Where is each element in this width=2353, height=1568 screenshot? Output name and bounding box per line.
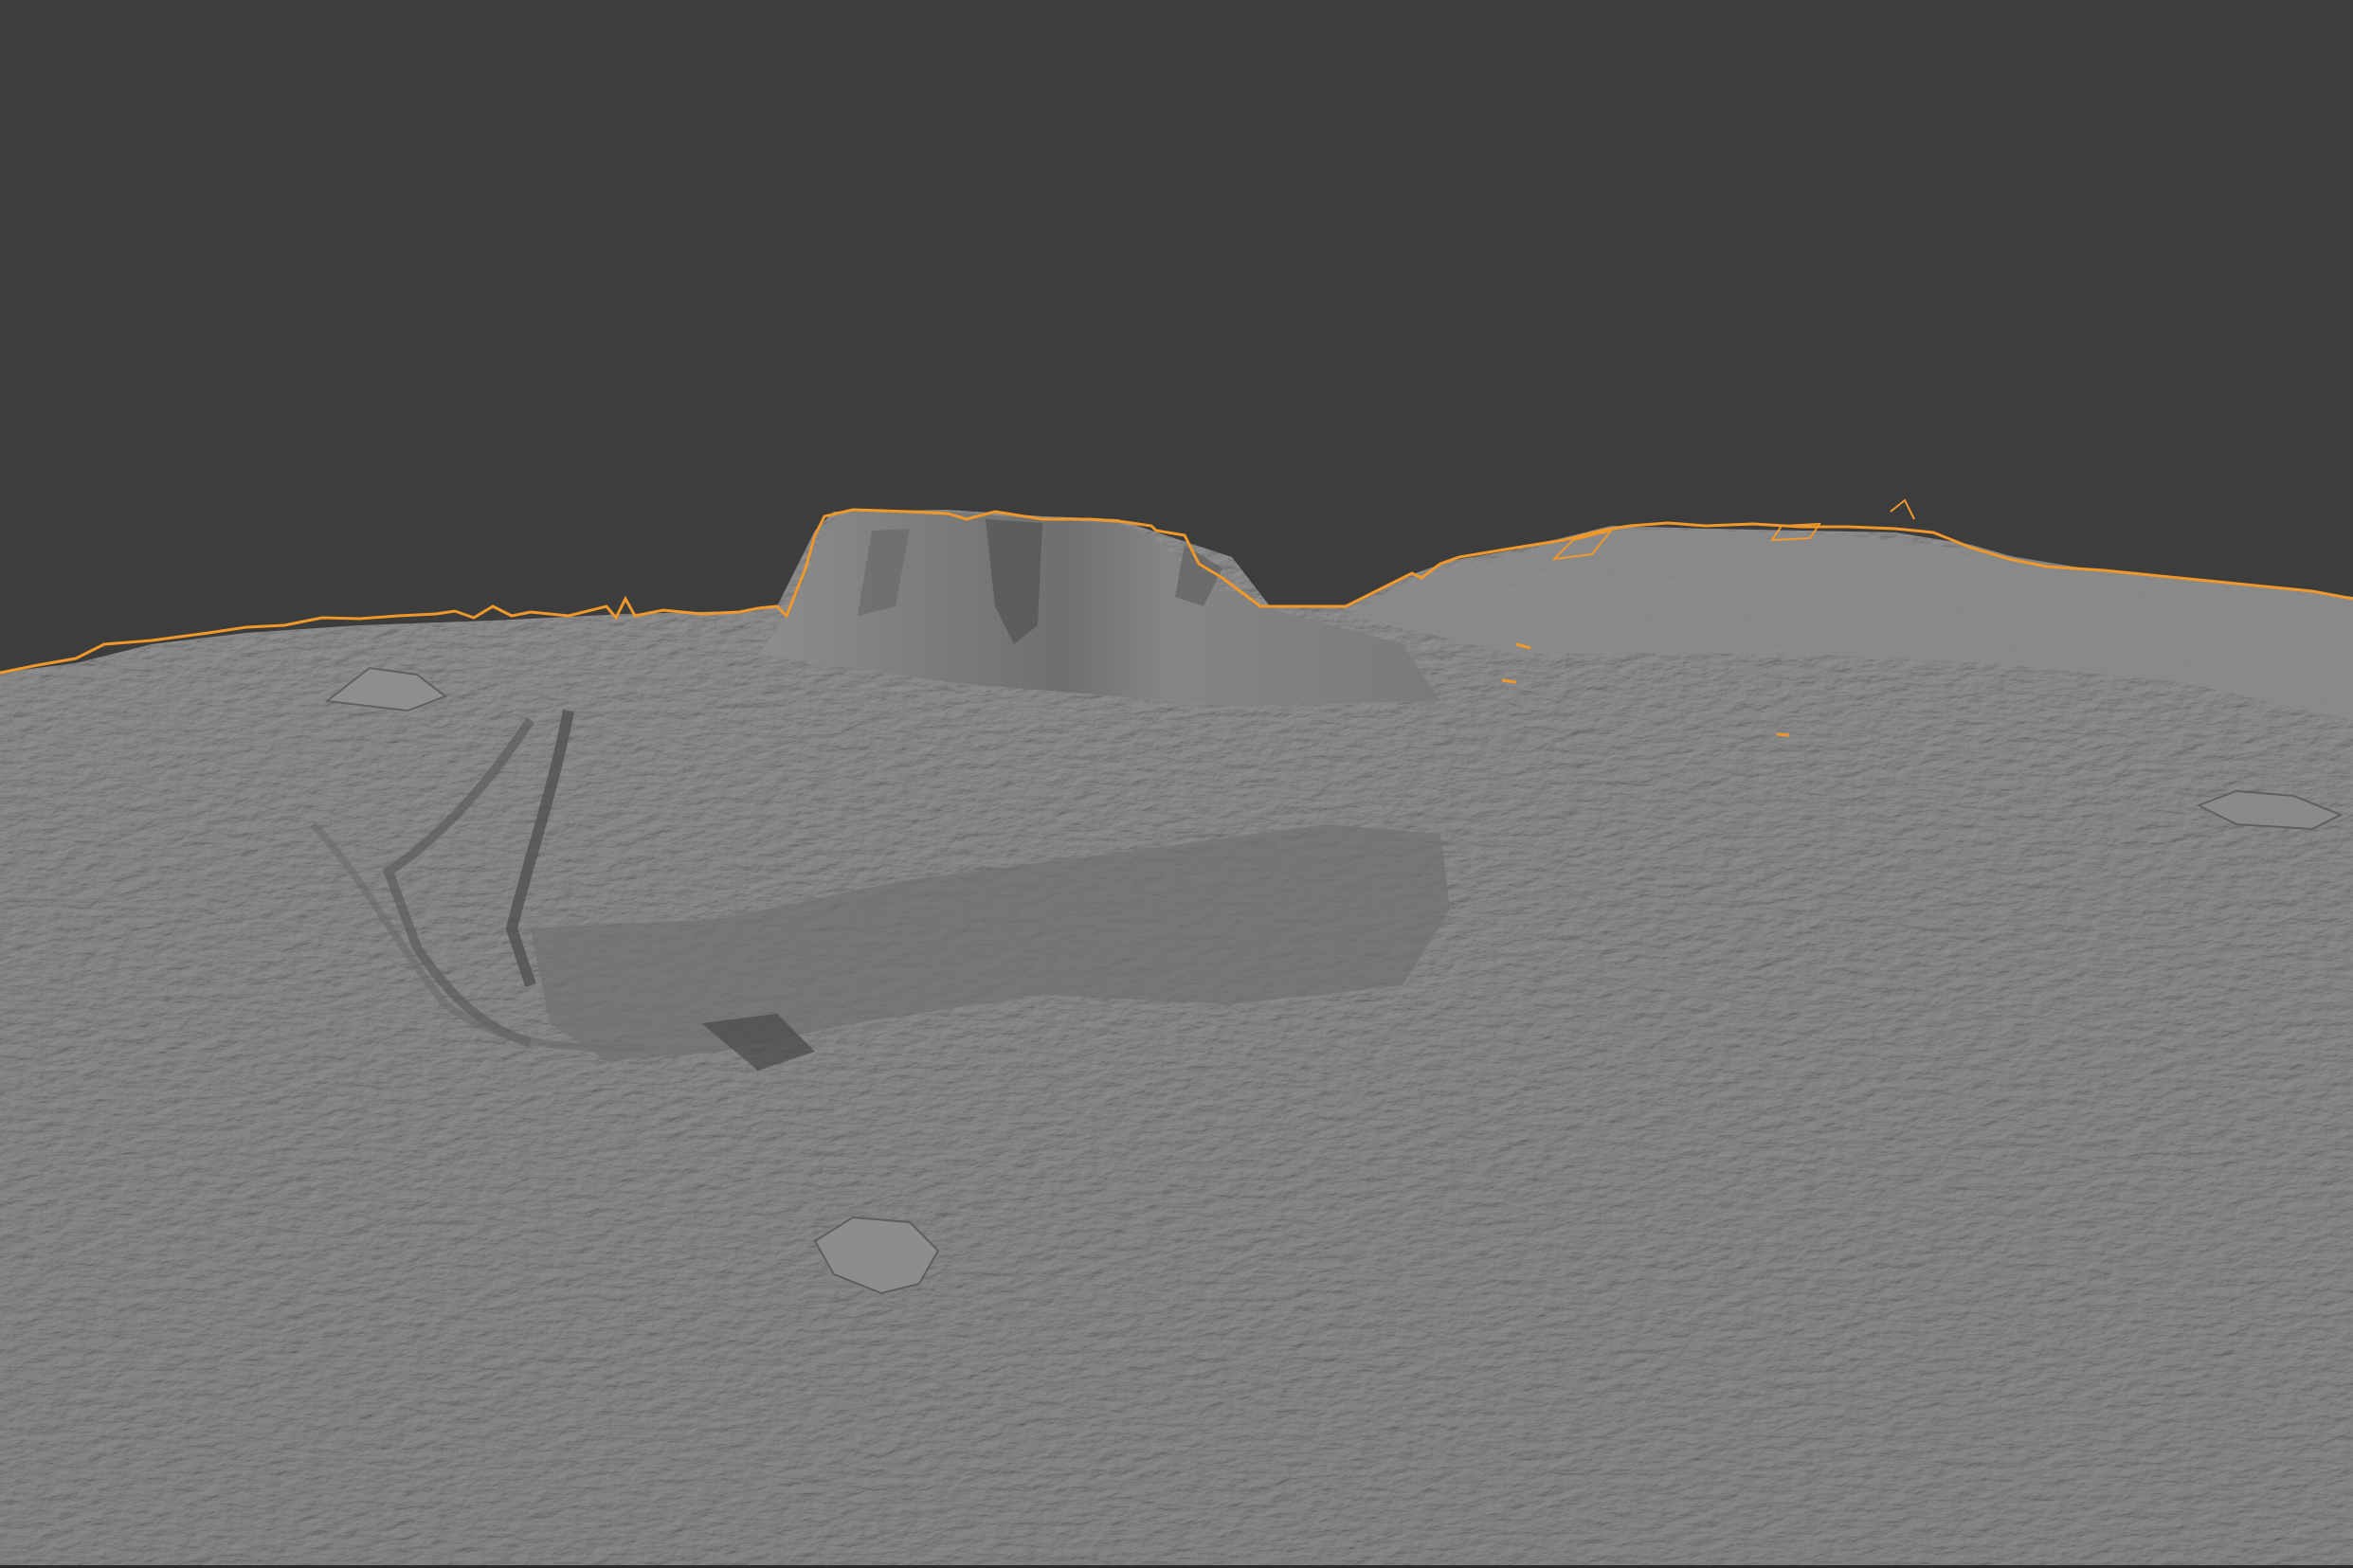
3d-viewport[interactable] (0, 0, 2353, 1568)
terrain-mesh[interactable] (0, 510, 2353, 1568)
viewport-canvas[interactable] (0, 0, 2353, 1568)
selection-outline-fragment-5 (1776, 732, 1790, 737)
selection-outline-fragment-6 (1501, 678, 1517, 684)
